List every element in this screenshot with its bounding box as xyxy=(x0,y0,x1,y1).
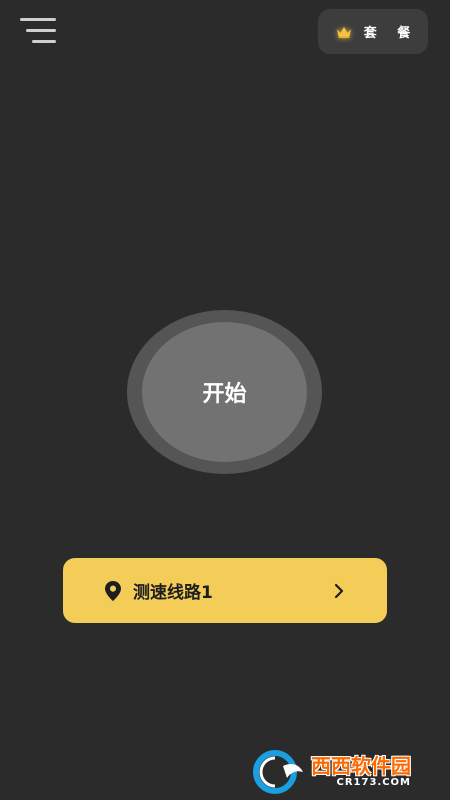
plan-button-label: 套 餐 xyxy=(363,26,419,41)
route-selector-button[interactable]: 测速线路1 xyxy=(63,558,387,623)
app-screen: 套 餐 开始 测速线路1 西西软件园 CR173.COM xyxy=(0,0,450,800)
crown-icon xyxy=(336,26,351,38)
hamburger-menu-icon[interactable] xyxy=(20,16,60,46)
watermark-subtitle: CR173.COM xyxy=(336,777,411,788)
menu-bar-bottom xyxy=(32,40,56,43)
plan-button[interactable]: 套 餐 xyxy=(318,9,428,54)
chevron-right-icon xyxy=(334,583,344,598)
start-button-label: 开始 xyxy=(202,382,247,407)
watermark-title: 西西软件园 xyxy=(311,754,411,778)
watermark: 西西软件园 CR173.COM xyxy=(253,748,433,796)
menu-bar-middle xyxy=(26,29,56,32)
start-button[interactable]: 开始 xyxy=(127,310,322,474)
location-pin-icon xyxy=(105,580,121,601)
route-selector-label: 测速线路1 xyxy=(133,583,213,603)
menu-bar-top xyxy=(20,18,56,21)
watermark-logo-icon xyxy=(253,750,303,794)
start-button-inner: 开始 xyxy=(142,322,307,462)
watermark-text: 西西软件园 CR173.COM xyxy=(311,755,411,789)
